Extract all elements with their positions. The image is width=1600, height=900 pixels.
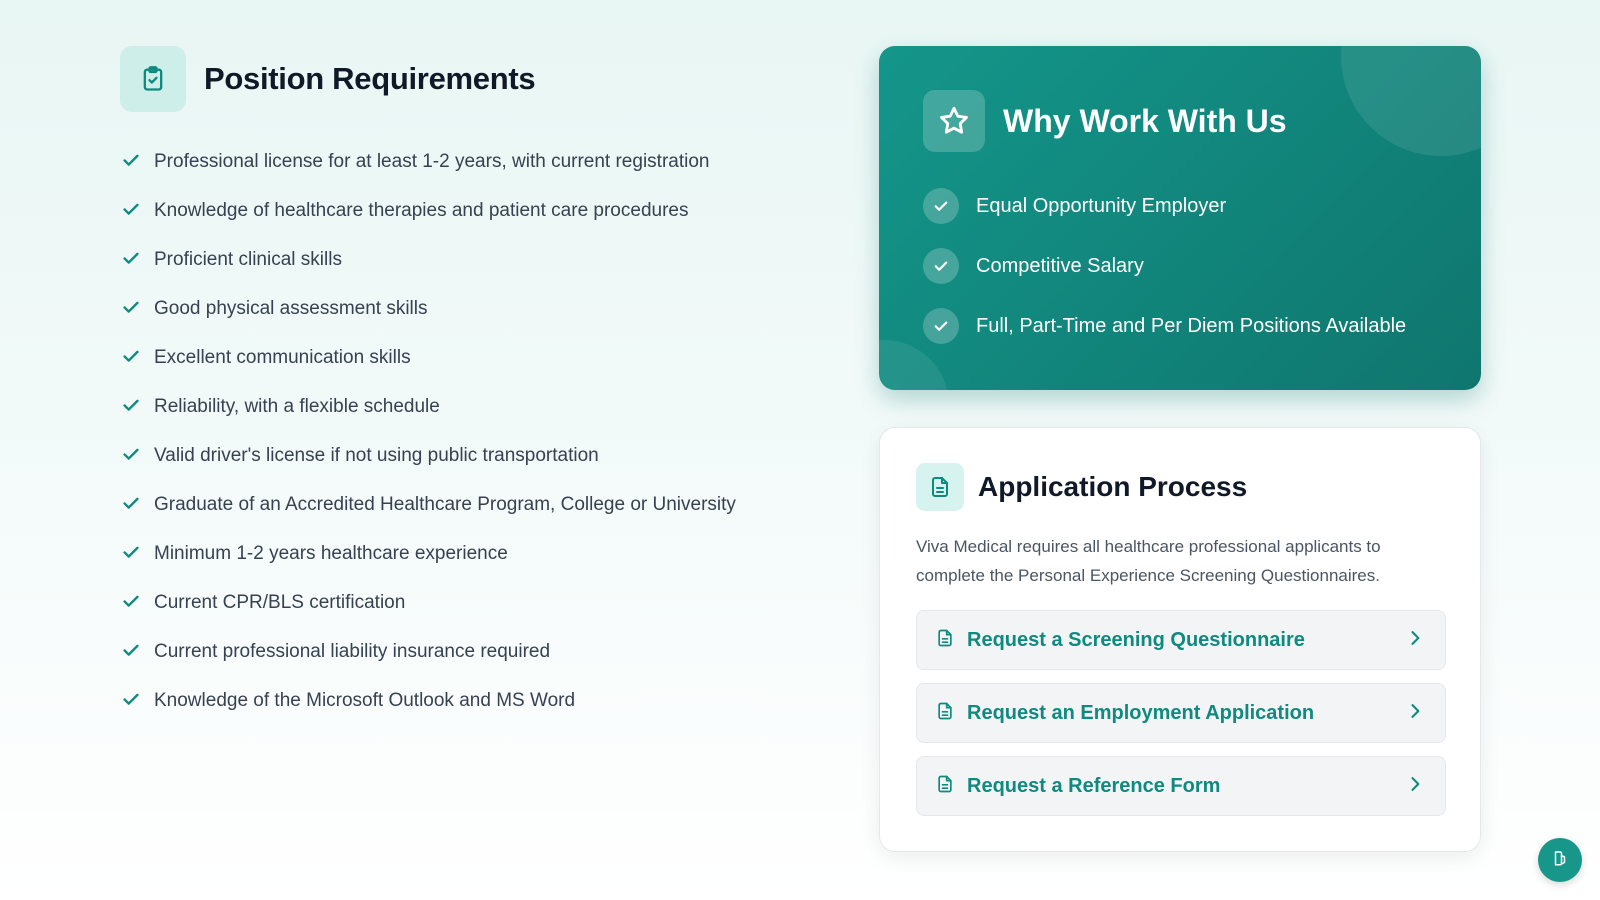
document-icon (935, 774, 955, 799)
why-work-with-us-header: Why Work With Us (923, 90, 1287, 152)
chevron-right-icon (1405, 774, 1425, 799)
list-item: Full, Part-Time and Per Diem Positions A… (923, 308, 1406, 344)
requirement-text: Excellent communication skills (154, 347, 411, 368)
requirement-text: Knowledge of healthcare therapies and pa… (154, 200, 689, 221)
list-item: Proficient clinical skills (120, 244, 740, 275)
check-icon (120, 149, 142, 171)
list-item: Valid driver's license if not using publ… (120, 440, 740, 471)
list-item: Excellent communication skills (120, 342, 740, 373)
requirement-text: Proficient clinical skills (154, 249, 342, 270)
list-item: Minimum 1-2 years healthcare experience (120, 538, 740, 569)
position-requirements-header: Position Requirements (120, 46, 740, 112)
check-icon (120, 296, 142, 318)
check-icon (120, 541, 142, 563)
why-work-with-us-card: Why Work With Us Equal Opportunity Emplo… (879, 46, 1481, 390)
list-item: Graduate of an Accredited Healthcare Pro… (120, 489, 740, 520)
list-item: Good physical assessment skills (120, 293, 740, 324)
list-item: Knowledge of healthcare therapies and pa… (120, 195, 740, 226)
list-item: Competitive Salary (923, 248, 1406, 284)
document-icon (916, 463, 964, 511)
document-icon (935, 701, 955, 726)
requirement-text: Current professional liability insurance… (154, 641, 551, 662)
check-icon (120, 688, 142, 710)
request-reference-form-link[interactable]: Request a Reference Form (916, 756, 1446, 816)
request-employment-application-link[interactable]: Request an Employment Application (916, 683, 1446, 743)
benefit-text: Equal Opportunity Employer (976, 194, 1227, 217)
requirement-text: Reliability, with a flexible schedule (154, 396, 440, 417)
star-icon (923, 90, 985, 152)
application-description: Viva Medical requires all healthcare pro… (916, 537, 1381, 585)
application-process-title: Application Process (978, 471, 1248, 502)
application-links: Request a Screening Questionnaire Reques… (916, 610, 1446, 829)
link-label: Request a Reference Form (967, 774, 1221, 797)
link-label: Request an Employment Application (967, 701, 1315, 724)
application-process-header: Application Process (916, 463, 1247, 511)
accessibility-button[interactable] (1538, 838, 1582, 882)
request-screening-questionnaire-link[interactable]: Request a Screening Questionnaire (916, 610, 1446, 670)
check-icon (120, 639, 142, 661)
requirement-text: Minimum 1-2 years healthcare experience (154, 543, 508, 564)
link-label: Request a Screening Questionnaire (967, 628, 1305, 651)
requirement-text: Valid driver's license if not using publ… (154, 445, 599, 466)
position-requirements-section: Position Requirements Professional licen… (120, 46, 740, 734)
check-circle-icon (923, 188, 959, 224)
list-item: Reliability, with a flexible schedule (120, 391, 740, 422)
requirement-text: Current CPR/BLS certification (154, 592, 406, 613)
check-icon (120, 394, 142, 416)
list-item: Knowledge of the Microsoft Outlook and M… (120, 685, 740, 716)
list-item: Professional license for at least 1-2 ye… (120, 146, 740, 177)
requirement-text: Knowledge of the Microsoft Outlook and M… (154, 690, 576, 711)
requirement-text: Graduate of an Accredited Healthcare Pro… (154, 494, 736, 515)
benefit-text: Competitive Salary (976, 254, 1144, 277)
requirement-text: Professional license for at least 1-2 ye… (154, 151, 710, 172)
application-process-card: Application Process Viva Medical require… (879, 427, 1481, 852)
check-icon (120, 443, 142, 465)
check-icon (120, 345, 142, 367)
why-work-with-us-title: Why Work With Us (1003, 102, 1287, 139)
check-circle-icon (923, 248, 959, 284)
position-requirements-title: Position Requirements (204, 61, 536, 96)
accessibility-icon (1551, 849, 1569, 872)
requirements-list: Professional license for at least 1-2 ye… (120, 146, 740, 716)
check-icon (120, 590, 142, 612)
benefits-list: Equal Opportunity Employer Competitive S… (923, 188, 1406, 368)
requirement-text: Good physical assessment skills (154, 298, 428, 319)
check-icon (120, 198, 142, 220)
benefit-text: Full, Part-Time and Per Diem Positions A… (976, 314, 1407, 337)
decorative-circle (1341, 46, 1481, 156)
clipboard-check-icon (120, 46, 186, 112)
check-icon (120, 492, 142, 514)
list-item: Current CPR/BLS certification (120, 587, 740, 618)
document-icon (935, 628, 955, 653)
chevron-right-icon (1405, 701, 1425, 726)
list-item: Equal Opportunity Employer (923, 188, 1406, 224)
check-circle-icon (923, 308, 959, 344)
check-icon (120, 247, 142, 269)
list-item: Current professional liability insurance… (120, 636, 740, 667)
chevron-right-icon (1405, 628, 1425, 653)
